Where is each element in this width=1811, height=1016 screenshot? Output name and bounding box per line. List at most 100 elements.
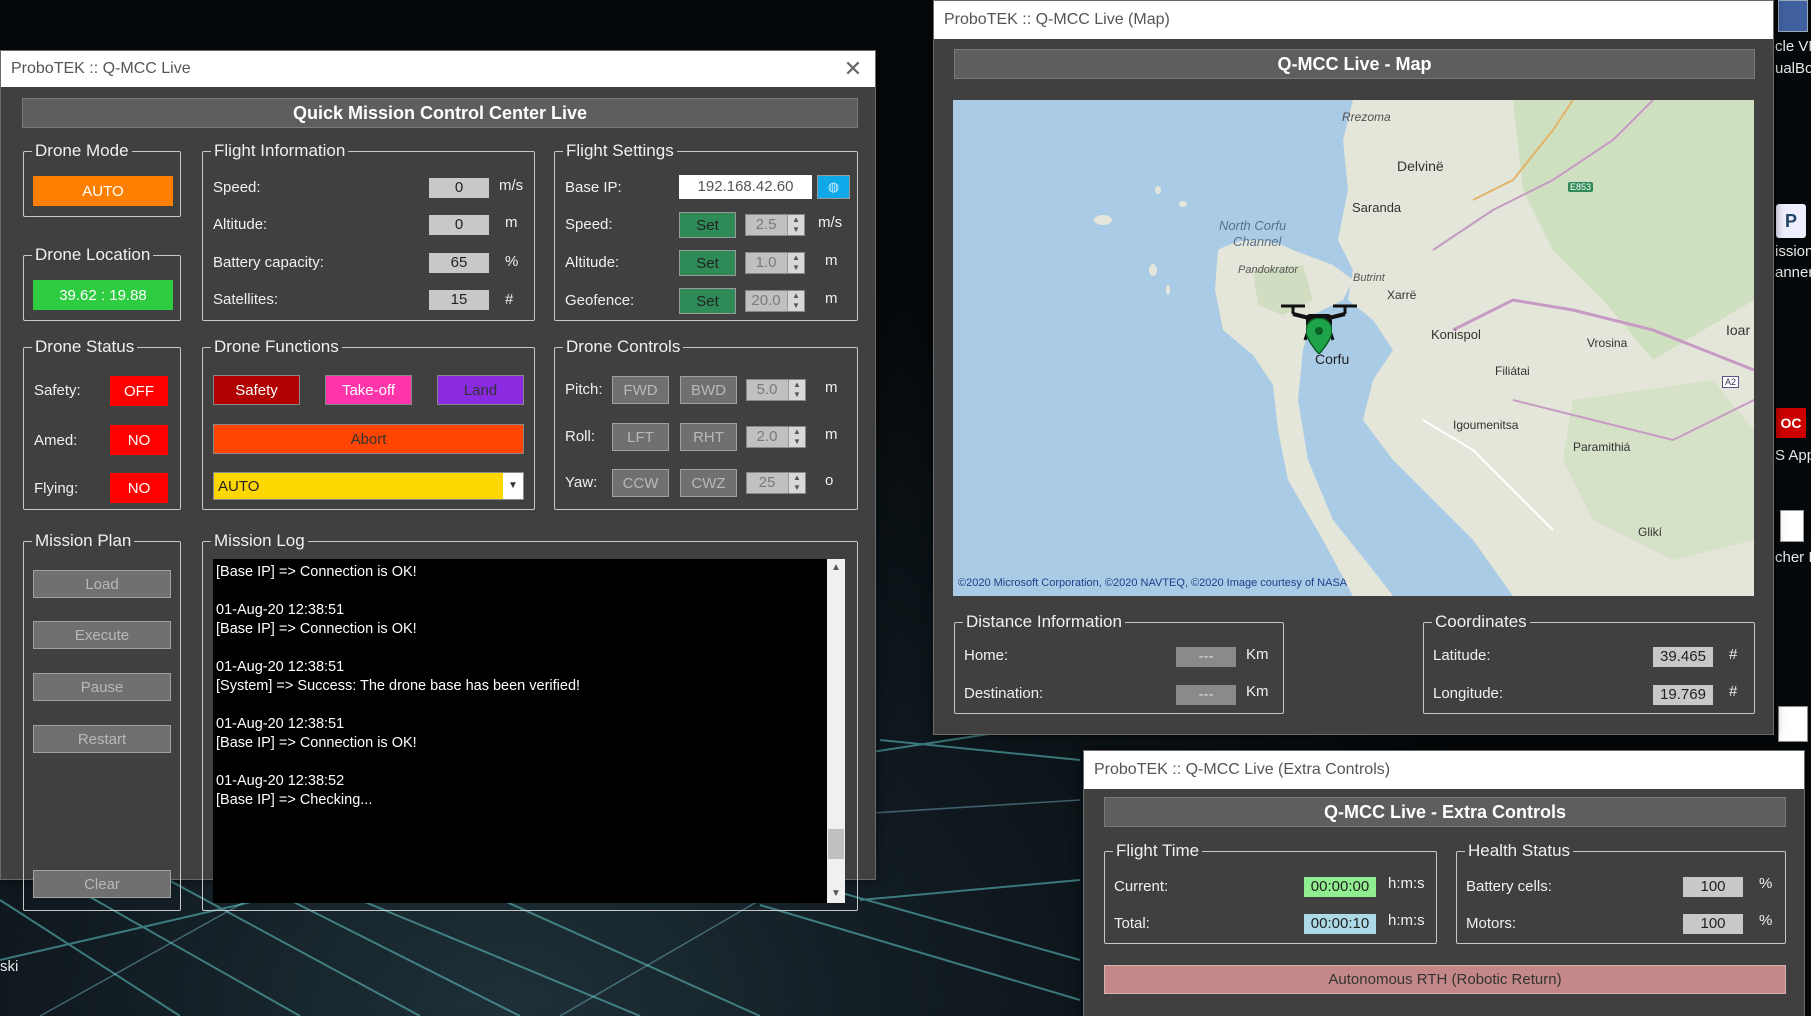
- flight-information-group: Flight Information Speed: 0 m/s Altitude…: [202, 140, 535, 321]
- mode-select-value: AUTO: [218, 478, 260, 495]
- armed-status-indicator: NO: [110, 425, 168, 455]
- group-legend: Flight Settings: [563, 140, 677, 162]
- flight-settings-group: Flight Settings Base IP: 192.168.42.60 ◍…: [554, 140, 858, 321]
- map-label: Ioar: [1726, 322, 1751, 338]
- desktop-icon-label[interactable]: anner: [1775, 264, 1811, 281]
- speed-value: 0: [429, 178, 489, 198]
- globe-icon[interactable]: ◍: [817, 175, 850, 199]
- distance-information-group: Distance Information Home: --- Km Destin…: [954, 611, 1284, 714]
- home-distance-label: Home:: [964, 647, 1009, 664]
- title-bar[interactable]: ProboTEK :: Q-MCC Live (Extra Controls): [1084, 751, 1804, 789]
- land-button[interactable]: Land: [437, 375, 524, 405]
- roll-left-button[interactable]: LFT: [612, 423, 669, 451]
- base-ip-input[interactable]: 192.168.42.60: [679, 175, 812, 199]
- yaw-unit: o: [825, 472, 834, 489]
- map-label: Butrint: [1353, 272, 1385, 284]
- drone-controls-group: Drone Controls Pitch: FWD BWD 5.0 ▲ ▼ m Ro…: [554, 336, 858, 510]
- speed-setting-stepper[interactable]: 2.5 ▲ ▼: [745, 214, 805, 236]
- autonomous-rth-button[interactable]: Autonomous RTH (Robotic Return): [1104, 965, 1786, 994]
- longitude-unit: #: [1729, 683, 1738, 700]
- group-legend: Drone Location: [32, 244, 154, 266]
- road-badge: A2: [1722, 376, 1740, 388]
- desktop-icon-label[interactable]: ission: [1775, 243, 1811, 260]
- roll-right-button[interactable]: RHT: [680, 423, 737, 451]
- geofence-stepper[interactable]: 20.0 ▲ ▼: [745, 290, 805, 312]
- set-speed-button[interactable]: Set: [679, 212, 736, 238]
- group-legend: Distance Information: [963, 611, 1125, 633]
- longitude-value: 19.769: [1653, 685, 1713, 705]
- virtualbox-icon[interactable]: [1778, 0, 1808, 32]
- app-icon[interactable]: OC: [1776, 408, 1806, 438]
- chevron-down-icon[interactable]: ▼: [503, 473, 523, 499]
- drone-status-group: Drone Status Safety: OFF Amed: NO Flying…: [23, 336, 181, 510]
- group-legend: Drone Controls: [563, 336, 684, 358]
- yaw-stepper[interactable]: 25 ▲ ▼: [746, 472, 806, 494]
- armed-status-label: Amed:: [34, 432, 78, 449]
- longitude-label: Longitude:: [1433, 685, 1504, 702]
- app-banner: Quick Mission Control Center Live: [22, 98, 858, 128]
- pitch-unit: m: [825, 379, 838, 396]
- pause-button[interactable]: Pause: [33, 673, 171, 701]
- restart-button[interactable]: Restart: [33, 725, 171, 753]
- pitch-forward-button[interactable]: FWD: [612, 376, 669, 404]
- map-pin-icon: [1306, 318, 1332, 354]
- map-view[interactable]: Rrezoma Delvinë E853 Saranda North Corfu…: [953, 100, 1754, 596]
- desktop-icon-label[interactable]: cle VM: [1775, 38, 1811, 55]
- file-icon[interactable]: [1780, 510, 1804, 542]
- clear-button[interactable]: Clear: [33, 870, 171, 898]
- execute-button[interactable]: Execute: [33, 621, 171, 649]
- latitude-value: 39.465: [1653, 647, 1713, 667]
- desktop-icon-label[interactable]: ski: [0, 958, 18, 975]
- set-geofence-button[interactable]: Set: [679, 288, 736, 314]
- title-bar[interactable]: ProboTEK :: Q-MCC Live (Map): [934, 1, 1773, 39]
- altitude-value: 0: [429, 215, 489, 235]
- drone-mode-group: Drone Mode AUTO: [23, 140, 181, 217]
- flying-status-label: Flying:: [34, 480, 79, 497]
- pitch-stepper[interactable]: 5.0 ▲ ▼: [746, 379, 806, 401]
- window-title: ProboTEK :: Q-MCC Live (Extra Controls): [1094, 761, 1391, 778]
- yaw-ccw-button[interactable]: CCW: [612, 469, 669, 497]
- close-icon[interactable]: ✕: [841, 57, 865, 81]
- mode-select[interactable]: AUTO ▼: [213, 472, 524, 500]
- total-time-value: 00:00:10: [1304, 914, 1376, 934]
- map-label: Igoumenitsa: [1453, 418, 1519, 432]
- map-label: Delvinë: [1397, 158, 1444, 174]
- scroll-up-icon[interactable]: ▲: [827, 559, 845, 577]
- group-legend: Mission Plan: [32, 530, 135, 552]
- yaw-cw-button[interactable]: CWZ: [680, 469, 737, 497]
- qr-code-icon[interactable]: [1778, 706, 1808, 742]
- pitch-backward-button[interactable]: BWD: [680, 376, 737, 404]
- mission-planner-icon[interactable]: P: [1776, 204, 1806, 238]
- log-line: 01-Aug-20 12:38:52: [216, 773, 345, 789]
- latitude-unit: #: [1729, 646, 1738, 663]
- map-banner: Q-MCC Live - Map: [954, 49, 1755, 79]
- group-legend: Drone Status: [32, 336, 138, 358]
- total-time-label: Total:: [1114, 915, 1150, 932]
- abort-button[interactable]: Abort: [213, 424, 524, 454]
- roll-stepper[interactable]: 2.0 ▲ ▼: [746, 426, 806, 448]
- drone-functions-group: Drone Functions Safety Take-off Land Abo…: [202, 336, 535, 510]
- desktop-icon-label[interactable]: cher I: [1775, 549, 1811, 566]
- roll-label: Roll:: [565, 428, 596, 445]
- battery-value: 65: [429, 253, 489, 273]
- title-bar[interactable]: ProboTEK :: Q-MCC Live ✕: [1, 51, 875, 87]
- mission-log-text[interactable]: [Base IP] => Connection is OK! 01-Aug-20…: [213, 559, 835, 903]
- scroll-down-icon[interactable]: ▼: [827, 885, 845, 903]
- load-button[interactable]: Load: [33, 570, 171, 598]
- log-line: [Base IP] => Checking...: [216, 792, 373, 808]
- log-line: [Base IP] => Connection is OK!: [216, 735, 417, 751]
- safety-button[interactable]: Safety: [213, 375, 300, 405]
- altitude-setting-stepper[interactable]: 1.0 ▲ ▼: [745, 252, 805, 274]
- map-label: Pandokrator: [1238, 264, 1298, 276]
- window-title: ProboTEK :: Q-MCC Live: [11, 60, 191, 77]
- geofence-unit: m: [825, 290, 838, 307]
- scrollbar-thumb[interactable]: [828, 829, 844, 859]
- takeoff-button[interactable]: Take-off: [325, 375, 412, 405]
- desktop-icon-label[interactable]: S App: [1775, 447, 1811, 464]
- safety-status-label: Safety:: [34, 382, 81, 399]
- pitch-label: Pitch:: [565, 381, 603, 398]
- battery-cells-unit: %: [1759, 875, 1773, 892]
- log-scrollbar[interactable]: ▲ ▼: [827, 559, 845, 903]
- set-altitude-button[interactable]: Set: [679, 250, 736, 276]
- desktop-icon-label[interactable]: ualBo: [1775, 60, 1811, 77]
